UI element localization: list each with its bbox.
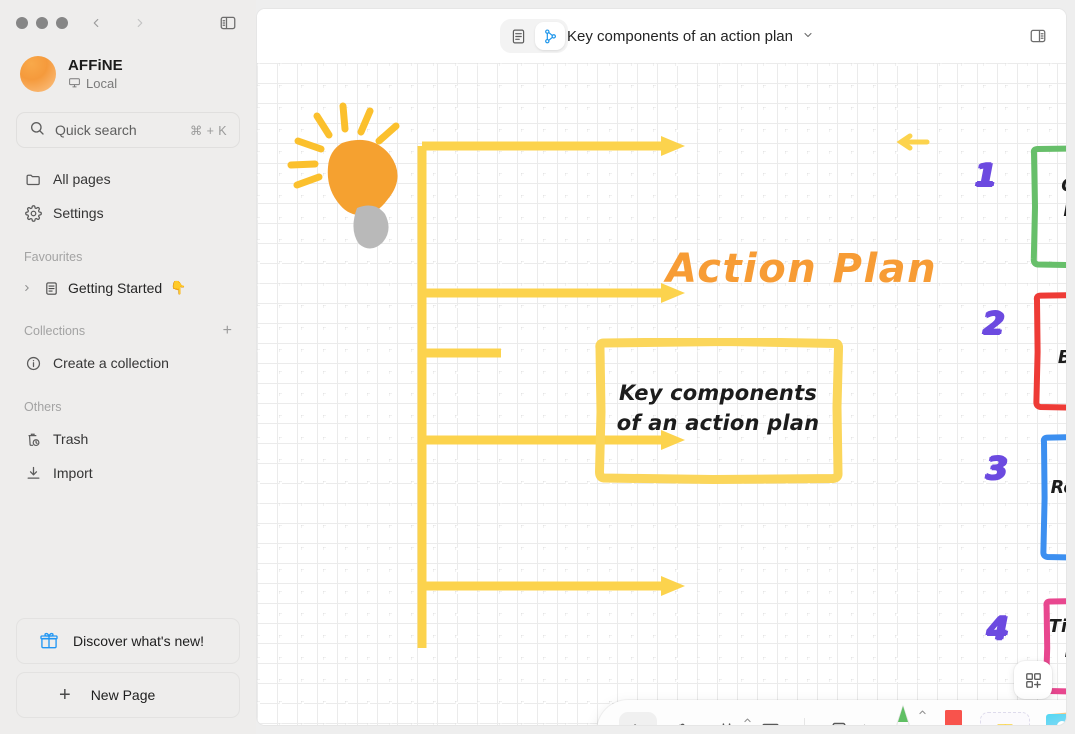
section-label: Collections xyxy=(24,324,86,338)
section-label: Others xyxy=(24,400,62,414)
pen-tool[interactable] xyxy=(882,700,927,725)
page-mode-button[interactable] xyxy=(503,22,533,50)
workspace-name: AFFiNE xyxy=(68,56,123,74)
sidebar-item-label: Settings xyxy=(53,205,104,221)
button-label: Discover what's new! xyxy=(73,633,205,649)
search-shortcut: ⌘ + K xyxy=(189,123,227,138)
branch-node-text-2: Task Breakdown xyxy=(1036,321,1066,371)
history-nav xyxy=(86,13,150,33)
plus-icon: + xyxy=(59,684,71,706)
present-tool[interactable] xyxy=(751,712,789,725)
sidebar-toggle-icon[interactable] xyxy=(216,11,240,35)
workspace-status: Local xyxy=(68,76,123,92)
sidebar-item-label: Trash xyxy=(53,431,89,447)
branch-number-1: 1 xyxy=(975,158,997,194)
traffic-lights xyxy=(16,17,68,29)
new-page-button[interactable]: + New Page xyxy=(16,672,240,718)
branch-node-text-3: Assigned Responsibilit y xyxy=(1050,477,1066,498)
doc-title-menu[interactable]: Key components of an action plan xyxy=(567,28,814,45)
mode-switcher xyxy=(500,19,568,53)
sidebar-item-import[interactable]: Import xyxy=(16,456,240,490)
info-icon xyxy=(24,354,42,372)
primary-nav: All pages Settings xyxy=(0,162,256,230)
favourites-heading: Favourites xyxy=(0,242,256,272)
lightbulb-base xyxy=(353,205,389,249)
page-title: Key components of an action plan xyxy=(567,27,793,45)
desktop-icon xyxy=(68,76,81,92)
add-template-button[interactable] xyxy=(1014,661,1052,699)
account-row[interactable]: AFFiNE Local xyxy=(0,46,256,98)
sidebar: AFFiNE Local Quick search ⌘ + K All page… xyxy=(0,0,256,734)
back-button[interactable] xyxy=(86,13,106,33)
search-placeholder: Quick search xyxy=(55,122,137,138)
branch-number-4: 4 xyxy=(987,611,1009,647)
edgeless-toolbar xyxy=(597,700,1066,725)
lightbulb-glass xyxy=(327,139,398,216)
discover-whats-new-button[interactable]: Discover what's new! xyxy=(16,618,240,664)
search-input[interactable]: Quick search ⌘ + K xyxy=(16,112,240,148)
sidebar-item-getting-started[interactable]: Getting Started 👇 xyxy=(16,272,240,304)
branch-node-text-1: Clear Goal Definition xyxy=(1035,174,1066,224)
gear-icon xyxy=(24,204,42,222)
section-label: Favourites xyxy=(24,250,83,264)
minimize-button[interactable] xyxy=(36,17,48,29)
search-icon xyxy=(29,120,45,141)
sidebar-item-trash[interactable]: Trash xyxy=(16,422,240,456)
sidebar-item-label: All pages xyxy=(53,171,111,187)
toolbar-divider xyxy=(804,718,805,725)
window-titlebar xyxy=(0,0,256,46)
chevron-down-icon[interactable] xyxy=(802,29,814,44)
edgeless-canvas[interactable]: Action Plan Key components of an action … xyxy=(257,63,1066,725)
avatar xyxy=(20,56,56,92)
sidebar-bottom-actions: Discover what's new! + New Page xyxy=(0,618,256,734)
sidebar-item-label: Getting Started xyxy=(68,280,163,296)
trash-icon xyxy=(24,430,42,448)
text-tool[interactable] xyxy=(980,712,1030,725)
select-tool[interactable] xyxy=(619,712,657,725)
add-collection-button[interactable]: + xyxy=(223,323,232,339)
chevron-right-icon[interactable] xyxy=(20,283,34,293)
image-tool[interactable] xyxy=(1042,706,1066,725)
branch-number-2: 2 xyxy=(983,306,1005,342)
canvas-headline: Action Plan xyxy=(666,246,938,292)
editor-topbar: Key components of an action plan xyxy=(257,9,1066,63)
others-heading: Others xyxy=(0,392,256,422)
editor-window: Key components of an action plan Action … xyxy=(256,8,1067,726)
button-label: New Page xyxy=(90,687,156,703)
hand-tool[interactable] xyxy=(663,712,701,725)
note-tool[interactable] xyxy=(820,712,866,725)
edgeless-mode-button[interactable] xyxy=(535,22,565,50)
app-window: AFFiNE Local Quick search ⌘ + K All page… xyxy=(0,0,1075,734)
chevron-up-icon[interactable] xyxy=(860,722,869,725)
sidebar-item-create-collection[interactable]: Create a collection xyxy=(16,346,240,380)
collections-heading: Collections + xyxy=(0,316,256,346)
sidebar-item-label: Create a collection xyxy=(53,355,169,371)
eraser-tool[interactable] xyxy=(936,700,970,725)
import-icon xyxy=(24,464,42,482)
sidebar-item-settings[interactable]: Settings xyxy=(16,196,240,230)
collections-list: Create a collection xyxy=(0,346,256,380)
node1-side-arrow xyxy=(896,133,930,151)
gift-icon xyxy=(39,631,59,651)
chevron-up-icon[interactable] xyxy=(918,708,927,719)
close-button[interactable] xyxy=(16,17,28,29)
right-sidebar-icon[interactable] xyxy=(1024,22,1052,50)
workspace-status-label: Local xyxy=(86,76,118,91)
forward-button[interactable] xyxy=(130,13,150,33)
sidebar-item-label: Import xyxy=(53,465,93,481)
maximize-button[interactable] xyxy=(56,17,68,29)
frame-tool[interactable] xyxy=(707,712,751,725)
others-list: Trash Import xyxy=(0,422,256,490)
doc-icon xyxy=(42,281,60,296)
folder-icon xyxy=(24,170,42,188)
branch-node-text-4: Timelines and Milestones xyxy=(1048,617,1066,662)
branch-number-3: 3 xyxy=(986,451,1008,487)
root-node-text: Key components of an action plan xyxy=(616,381,820,435)
pointing-down-emoji: 👇 xyxy=(170,280,187,295)
sidebar-item-all-pages[interactable]: All pages xyxy=(16,162,240,196)
